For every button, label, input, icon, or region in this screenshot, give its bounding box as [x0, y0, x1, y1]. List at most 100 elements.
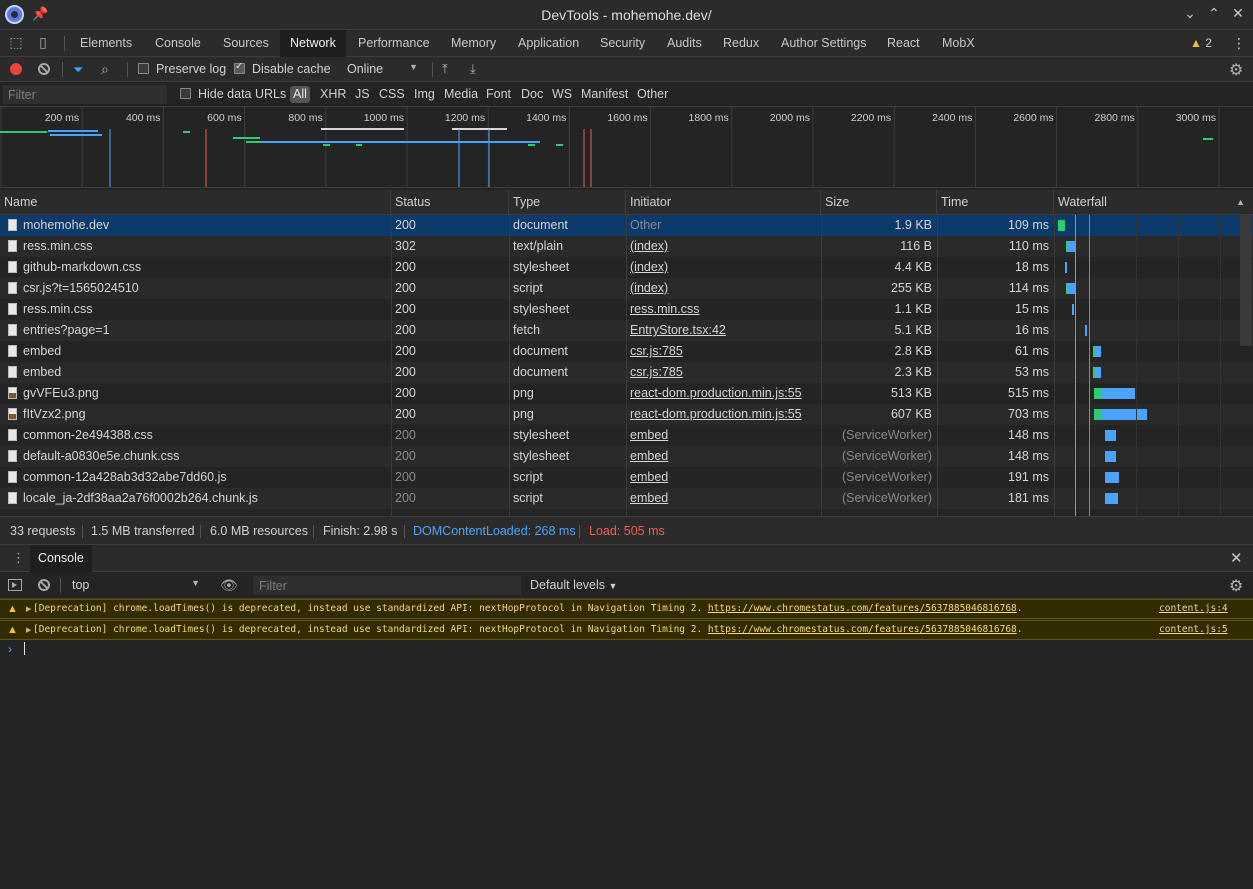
more-options-icon[interactable]: ⋮: [1232, 35, 1246, 52]
request-initiator[interactable]: ress.min.css: [630, 299, 818, 320]
request-name[interactable]: ress.min.css: [23, 236, 388, 257]
type-filter-img[interactable]: Img: [414, 87, 435, 101]
request-initiator[interactable]: react-dom.production.min.js:55: [630, 383, 818, 404]
table-scrollbar-thumb[interactable]: [1240, 215, 1252, 346]
type-filter-font[interactable]: Font: [486, 87, 511, 101]
request-initiator[interactable]: embed: [630, 467, 818, 488]
expand-triangle-icon[interactable]: ▶: [26, 605, 31, 613]
type-filter-js[interactable]: JS: [355, 87, 370, 101]
type-filter-css[interactable]: CSS: [379, 87, 405, 101]
message-link[interactable]: https://www.chromestatus.com/features/56…: [708, 624, 1017, 635]
warnings-badge[interactable]: ▲ 2: [1190, 36, 1212, 50]
request-initiator[interactable]: react-dom.production.min.js:55: [630, 404, 818, 425]
disable-cache-checkbox[interactable]: [234, 61, 245, 74]
drawer-tab-console[interactable]: Console: [30, 545, 92, 572]
type-filter-other[interactable]: Other: [637, 87, 668, 101]
request-name[interactable]: common-2e494388.css: [23, 425, 388, 446]
request-name[interactable]: ress.min.css: [23, 299, 388, 320]
column-header-initiator[interactable]: Initiator: [626, 190, 821, 215]
expand-triangle-icon[interactable]: ▶: [26, 626, 31, 634]
minimize-icon[interactable]: ⌄: [1181, 5, 1199, 22]
column-header-time[interactable]: Time: [937, 190, 1054, 215]
clear-console-icon[interactable]: [38, 579, 50, 591]
column-header-status[interactable]: Status: [391, 190, 509, 215]
type-filter-ws[interactable]: WS: [552, 87, 572, 101]
import-har-icon[interactable]: ⤒: [442, 61, 448, 77]
request-initiator[interactable]: embed: [630, 446, 818, 467]
console-settings-gear-icon[interactable]: ⚙: [1229, 576, 1243, 596]
tab-memory[interactable]: Memory: [441, 30, 506, 57]
device-toolbar-icon[interactable]: ▯: [34, 34, 52, 52]
request-name[interactable]: gvVFEu3.png: [23, 383, 388, 404]
type-filter-all[interactable]: All: [290, 86, 310, 103]
request-name[interactable]: locale_ja-2df38aa2a76f0002b264.chunk.js: [23, 488, 388, 509]
request-initiator[interactable]: EntryStore.tsx:42: [630, 320, 818, 341]
close-drawer-icon[interactable]: ✕: [1230, 549, 1243, 567]
type-filter-doc[interactable]: Doc: [521, 87, 543, 101]
request-name[interactable]: fItVzx2.png: [23, 404, 388, 425]
request-name[interactable]: embed: [23, 362, 388, 383]
request-name[interactable]: embed: [23, 341, 388, 362]
message-source-link[interactable]: content.js:4: [1159, 603, 1228, 614]
request-name[interactable]: common-12a428ab3d32abe7dd60.js: [23, 467, 388, 488]
console-warning-message[interactable]: ▲ ▶ [Deprecation] chrome.loadTimes() is de…: [0, 599, 1253, 619]
request-size: 1.1 KB: [894, 302, 932, 316]
message-link[interactable]: https://www.chromestatus.com/features/56…: [708, 603, 1017, 614]
request-initiator[interactable]: csr.js:785: [630, 362, 818, 383]
maximize-icon[interactable]: ⌃: [1205, 5, 1223, 22]
tab-elements[interactable]: Elements: [70, 30, 142, 57]
tab-application[interactable]: Application: [508, 30, 589, 57]
request-initiator[interactable]: csr.js:785: [630, 341, 818, 362]
request-initiator[interactable]: embed: [630, 425, 818, 446]
request-initiator[interactable]: (index): [630, 236, 818, 257]
throttling-select[interactable]: Online ▼: [342, 60, 424, 79]
tab-react[interactable]: React: [877, 30, 930, 57]
inspect-element-icon[interactable]: ⬚: [7, 34, 25, 52]
tab-performance[interactable]: Performance: [348, 30, 440, 57]
record-button[interactable]: [10, 63, 22, 75]
tab-mobx[interactable]: MobX: [932, 30, 985, 57]
request-name[interactable]: github-markdown.css: [23, 257, 388, 278]
message-source-link[interactable]: content.js:5: [1159, 624, 1228, 635]
clear-icon[interactable]: [38, 63, 50, 75]
search-icon[interactable]: ⌕: [101, 61, 109, 78]
type-filter-xhr[interactable]: XHR: [320, 87, 346, 101]
context-select[interactable]: top ▼: [66, 576, 206, 595]
drawer-menu-icon[interactable]: ⋮: [12, 550, 25, 566]
log-levels-select[interactable]: Default levels ▼: [530, 578, 617, 592]
tab-security[interactable]: Security: [590, 30, 655, 57]
tab-author-settings[interactable]: Author Settings: [771, 30, 876, 57]
request-name[interactable]: csr.js?t=1565024510: [23, 278, 388, 299]
filter-icon[interactable]: ⏷: [73, 62, 87, 77]
export-har-icon[interactable]: ⤓: [470, 61, 476, 77]
request-initiator[interactable]: (index): [630, 257, 818, 278]
request-name[interactable]: default-a0830e5e.chunk.css: [23, 446, 388, 467]
column-header-type[interactable]: Type: [509, 190, 626, 215]
column-header-size[interactable]: Size: [821, 190, 937, 215]
console-filter-input[interactable]: [253, 576, 521, 595]
type-filter-manifest[interactable]: Manifest: [581, 87, 628, 101]
live-expression-eye-icon[interactable]: 👁: [220, 577, 238, 594]
tab-console[interactable]: Console: [145, 30, 211, 57]
tab-audits[interactable]: Audits: [657, 30, 712, 57]
preserve-log-checkbox[interactable]: [138, 63, 149, 74]
request-name[interactable]: mohemohe.dev: [23, 215, 388, 236]
console-input-caret[interactable]: [24, 642, 25, 655]
request-initiator[interactable]: (index): [630, 278, 818, 299]
request-name[interactable]: entries?page=1: [23, 320, 388, 341]
close-window-icon[interactable]: ✕: [1229, 5, 1247, 22]
console-sidebar-icon[interactable]: [8, 579, 22, 591]
console-warning-message[interactable]: ▲ ▶ [Deprecation] chrome.loadTimes() is de…: [0, 620, 1253, 640]
network-settings-gear-icon[interactable]: ⚙: [1229, 60, 1243, 80]
network-filter-input[interactable]: [3, 85, 167, 104]
column-header-name[interactable]: Name: [0, 190, 391, 215]
network-overview[interactable]: 200 ms 400 ms 600 ms 800 ms 1000 ms 1200 ms 14…: [0, 107, 1253, 188]
tab-sources[interactable]: Sources: [213, 30, 279, 57]
console-output[interactable]: [0, 599, 1253, 889]
tab-network[interactable]: Network: [280, 30, 346, 57]
request-initiator[interactable]: embed: [630, 488, 818, 509]
tab-redux[interactable]: Redux: [713, 30, 769, 57]
type-filter-media[interactable]: Media: [444, 87, 478, 101]
column-header-waterfall[interactable]: Waterfall ▲: [1054, 190, 1253, 215]
hide-data-urls-checkbox[interactable]: [180, 88, 191, 99]
